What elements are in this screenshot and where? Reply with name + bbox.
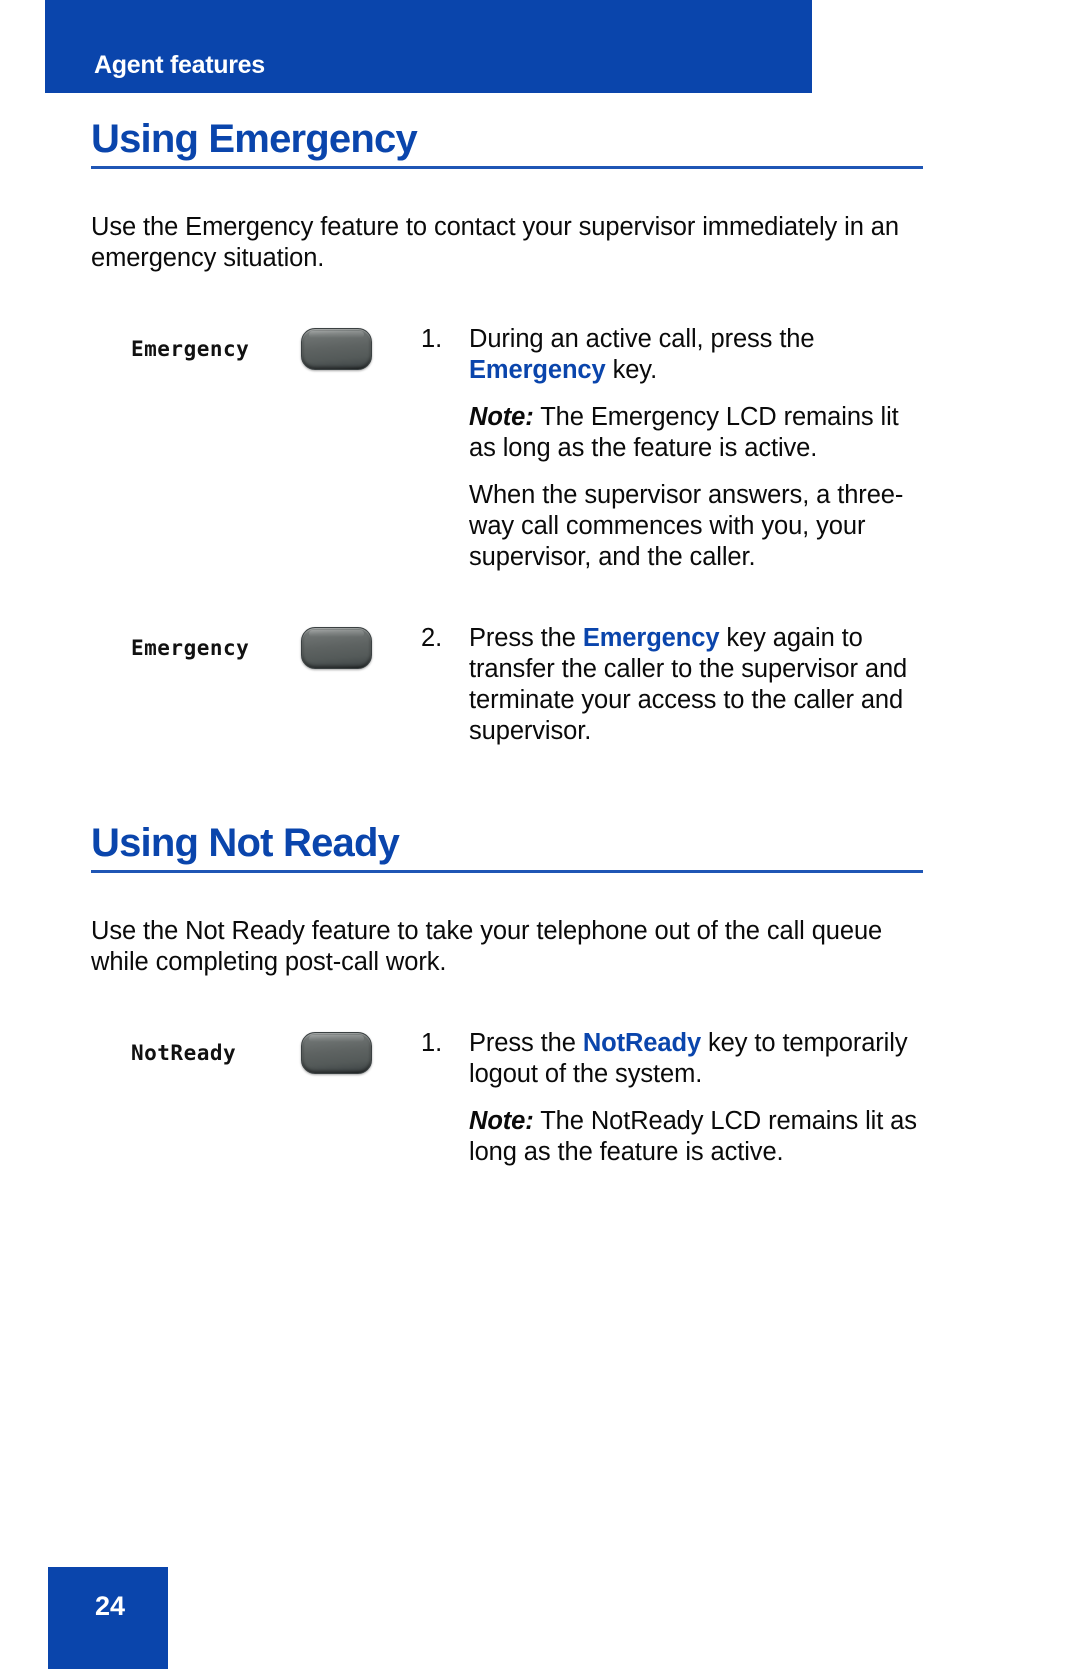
page-header-title: Agent features [94,51,265,79]
step-instruction-pre: Press the [469,1029,583,1057]
step-body: 1. Press the NotReady key to temporarily… [421,1028,923,1168]
note-label: Note: [469,403,534,431]
step-instruction: During an active call, press the Emergen… [469,324,923,386]
step-text: During an active call, press the Emergen… [469,324,923,573]
step-text: Press the NotReady key to temporarily lo… [469,1028,923,1168]
step-number: 2. [421,624,443,652]
step-note: Note: The Emergency LCD remains lit as l… [469,402,923,464]
lcd-key-label: Emergency [131,636,250,660]
section-using-emergency: Using Emergency Use the Emergency featur… [91,118,923,747]
step-text: Press the Emergency key again to transfe… [469,623,923,747]
step-row: NotReady 1. Press the NotReady key to te… [91,1028,923,1168]
page-footer-box: 24 [48,1567,168,1669]
step-number: 1. [421,325,443,353]
step-key-illustration: NotReady [91,1028,421,1074]
page-header-banner: Agent features [45,0,812,93]
step-instruction-post: key. [605,356,658,384]
feature-keyword: Emergency [469,356,606,384]
step-row: Emergency 1. During an active call, pres… [91,324,923,573]
page-number: 24 [95,1591,126,1621]
feature-key-button-icon[interactable] [301,1032,372,1074]
step-extra-text: When the supervisor answers, a three-way… [469,481,904,571]
section-title-using-not-ready: Using Not Ready [91,821,400,865]
step-instruction: Press the NotReady key to temporarily lo… [469,1028,923,1090]
lcd-key-label: Emergency [131,337,250,361]
step-row: Emergency 2. Press the Emergency key aga… [91,623,923,747]
step-key-illustration: Emergency [91,623,421,669]
feature-key-button-icon[interactable] [301,328,372,370]
section-intro-using-emergency: Use the Emergency feature to contact you… [91,213,899,272]
feature-key-button-icon[interactable] [301,627,372,669]
step-number: 1. [421,1029,443,1057]
step-instruction-pre: Press the [469,624,583,652]
step-key-illustration: Emergency [91,324,421,370]
lcd-key-label: NotReady [131,1041,237,1065]
section-title-using-emergency: Using Emergency [91,117,418,161]
step-instruction: Press the Emergency key again to transfe… [469,623,923,747]
page-content: Using Emergency Use the Emergency featur… [91,118,923,1168]
step-body: 1. During an active call, press the Emer… [421,324,923,573]
step-instruction-pre: During an active call, press the [469,325,815,353]
feature-keyword: Emergency [582,624,720,652]
step-body: 2. Press the Emergency key again to tran… [421,623,923,747]
note-text: The Emergency LCD remains lit as long as… [469,403,899,462]
feature-keyword: NotReady [582,1029,702,1057]
section-using-not-ready: Using Not Ready Use the Not Ready featur… [91,822,923,1168]
note-text: The NotReady LCD remains lit as long as … [469,1107,917,1166]
note-label: Note: [469,1107,534,1135]
step-note: Note: The NotReady LCD remains lit as lo… [469,1106,923,1168]
section-intro-using-not-ready: Use the Not Ready feature to take your t… [91,917,883,976]
